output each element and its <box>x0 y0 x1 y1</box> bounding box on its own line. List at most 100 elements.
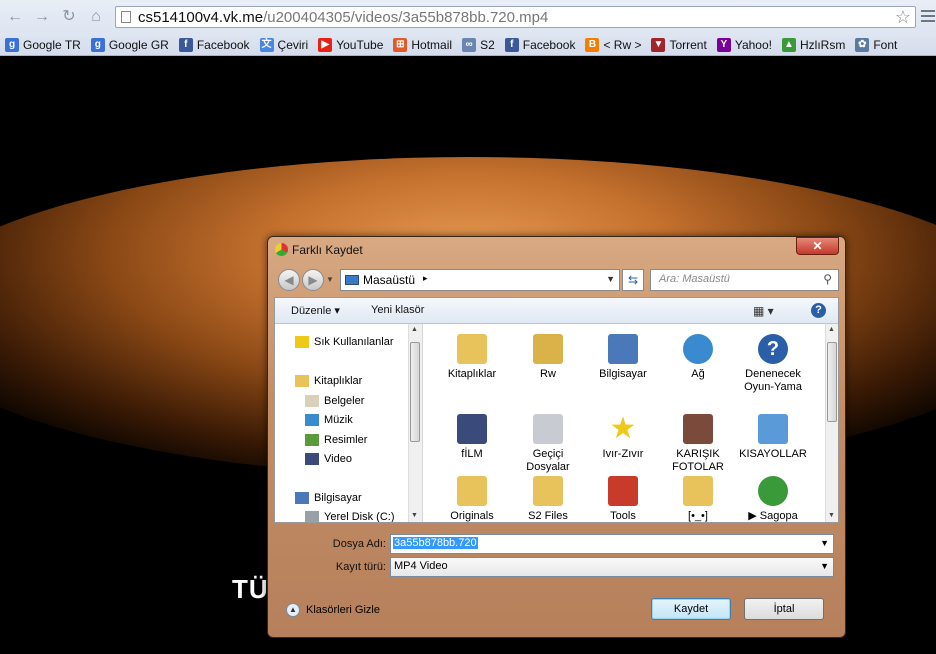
breadcrumb[interactable]: Masaüstü <box>363 273 415 287</box>
filename-value[interactable]: 3a55b878bb.720 <box>393 537 478 549</box>
file-item[interactable]: ? Denenecek Oyun-Yama <box>738 334 808 394</box>
bookmark-item[interactable]: g Google TR <box>5 37 81 52</box>
facebook-icon: f <box>178 37 193 52</box>
translate-icon: 文 <box>259 37 274 52</box>
scroll-down-icon[interactable]: ▼ <box>828 512 835 519</box>
bookmark-label: Font <box>873 37 898 52</box>
menu-icon[interactable] <box>921 10 935 25</box>
bookmark-label: Google GR <box>108 37 169 52</box>
tree-item[interactable]: Müzik <box>305 414 353 426</box>
file-item[interactable]: S2 Files <box>513 476 583 522</box>
bookmark-item[interactable]: ∞ S2 <box>462 37 495 52</box>
home-icon[interactable]: ⌂ <box>85 6 107 28</box>
file-item[interactable]: Originals <box>437 476 507 522</box>
hide-folders-toggle[interactable]: ▲ Klasörleri Gizle <box>286 603 380 617</box>
bookmark-item[interactable]: f Facebook <box>504 37 575 52</box>
tree-item[interactable]: Belgeler <box>305 395 364 407</box>
file-item[interactable]: Ağ <box>663 334 733 381</box>
forward-icon[interactable]: ▶ <box>302 269 324 291</box>
windows-icon: ⊞ <box>393 37 408 52</box>
back-icon[interactable]: ← <box>4 6 26 28</box>
cancel-button[interactable]: İptal <box>744 598 824 620</box>
files-scrollbar[interactable]: ▲ ▼ <box>825 324 838 522</box>
breadcrumb-arrow-icon[interactable]: ▸ <box>423 273 428 284</box>
organize-button[interactable]: Düzenle ▾ <box>291 304 340 317</box>
back-icon[interactable]: ◀ <box>278 269 300 291</box>
filename-input[interactable]: 3a55b878bb.720 ▼ <box>390 534 834 554</box>
search-icon[interactable]: ⚲ <box>823 272 832 286</box>
save-button[interactable]: Kaydet <box>651 598 731 620</box>
bookmark-label: YouTube <box>336 37 384 52</box>
tree-item[interactable]: Video <box>305 453 352 465</box>
search-box[interactable]: Ara: Masaüstü ⚲ <box>650 269 839 291</box>
file-item-label: fİLM <box>461 448 483 460</box>
scroll-up-icon[interactable]: ▲ <box>828 326 835 333</box>
recent-locations-icon[interactable]: ▼ <box>326 275 334 284</box>
reload-icon[interactable]: ↻ <box>58 6 80 28</box>
bookmark-label: Facebook <box>196 37 250 52</box>
chevron-down-icon[interactable]: ▼ <box>820 561 829 571</box>
bookmark-item[interactable]: f Facebook <box>178 37 250 52</box>
bookmark-star-icon[interactable]: ☆ <box>895 7 911 27</box>
url-text: cs514100v4.vk.me/u200404305/videos/3a55b… <box>138 9 548 27</box>
bookmark-item[interactable]: ▲ HzlıRsm <box>781 37 845 52</box>
file-item[interactable]: Rw <box>513 334 583 381</box>
facebook-icon: f <box>504 37 519 52</box>
bookmark-item[interactable]: B < Rw > <box>585 37 641 52</box>
s2-icon: ∞ <box>462 37 477 52</box>
bookmark-item[interactable]: ▼ Torrent <box>651 37 707 52</box>
bookmark-item[interactable]: ✿ Font <box>855 37 898 52</box>
bookmark-item[interactable]: g Google GR <box>90 37 169 52</box>
scroll-thumb[interactable] <box>827 342 837 422</box>
save-as-dialog: Farklı Kaydet ✕ ◀ ▶ ▼ Masaüstü ▸ ▼ ⇆ Ara… <box>267 236 846 638</box>
refresh-icon[interactable]: ⇆ <box>622 269 644 291</box>
location-bar[interactable]: Masaüstü ▸ ▼ <box>340 269 620 291</box>
bookmark-label: S2 <box>480 37 495 52</box>
file-item[interactable]: KISAYOLLAR <box>738 414 808 461</box>
chevron-down-icon[interactable]: ▼ <box>820 538 829 548</box>
tree-item[interactable]: Yerel Disk (C:) <box>305 511 395 522</box>
new-folder-button[interactable]: Yeni klasör <box>371 304 424 316</box>
tree-item-label: Resimler <box>324 434 368 446</box>
tree-item[interactable]: Bilgisayar <box>295 492 362 504</box>
bookmark-item[interactable]: ▶ YouTube <box>318 37 384 52</box>
file-item[interactable]: fİLM <box>437 414 507 461</box>
hide-folders-label: Klasörleri Gizle <box>306 604 380 616</box>
file-item[interactable]: Kitaplıklar <box>437 334 507 381</box>
blogger-icon: B <box>585 37 600 52</box>
tree-scrollbar[interactable]: ▲ ▼ <box>408 324 422 522</box>
filetype-select[interactable]: MP4 Video ▼ <box>390 557 834 577</box>
tree-item[interactable]: Sık Kullanılanlar <box>295 336 394 348</box>
file-item[interactable]: ▶ Sagopa <box>738 476 808 522</box>
forward-icon[interactable]: → <box>31 6 53 28</box>
close-button[interactable]: ✕ <box>796 237 839 255</box>
scroll-down-icon[interactable]: ▼ <box>411 512 418 519</box>
file-item[interactable]: ★ Ivır-Zıvır <box>588 414 658 461</box>
desktop-icon <box>345 275 359 285</box>
file-item[interactable]: Geçiçi Dosyalar <box>513 414 583 474</box>
scroll-thumb[interactable] <box>410 342 420 442</box>
file-item[interactable]: [•_•] <box>663 476 733 522</box>
tree-item[interactable]: Resimler <box>305 434 367 446</box>
address-bar[interactable]: cs514100v4.vk.me/u200404305/videos/3a55b… <box>115 6 916 28</box>
youtube-icon: ▶ <box>318 37 333 52</box>
bookmark-item[interactable]: 文 Çeviri <box>259 37 308 52</box>
bookmark-item[interactable]: Y Yahoo! <box>716 37 772 52</box>
yahoo-icon: Y <box>716 37 731 52</box>
disk-icon <box>305 511 319 522</box>
file-item[interactable]: KARIŞIK FOTOLAR <box>663 414 733 474</box>
dialog-title: Farklı Kaydet <box>292 243 363 257</box>
tree-item[interactable]: Kitaplıklar <box>295 375 362 387</box>
scroll-up-icon[interactable]: ▲ <box>411 326 418 333</box>
chevron-down-icon[interactable]: ▼ <box>606 274 615 284</box>
file-item[interactable]: Bilgisayar <box>588 334 658 381</box>
bookmark-label: Yahoo! <box>734 37 772 52</box>
file-item-label: Originals <box>450 510 494 522</box>
google-icon: g <box>90 37 105 52</box>
bookmark-item[interactable]: ⊞ Hotmail <box>393 37 452 52</box>
file-item[interactable]: Tools <box>588 476 658 522</box>
view-options-icon[interactable]: ▦ ▾ <box>753 304 774 318</box>
help-icon[interactable]: ? <box>811 303 826 318</box>
url-host: cs514100v4.vk.me <box>138 9 264 26</box>
tree-item-label: Video <box>324 453 352 465</box>
